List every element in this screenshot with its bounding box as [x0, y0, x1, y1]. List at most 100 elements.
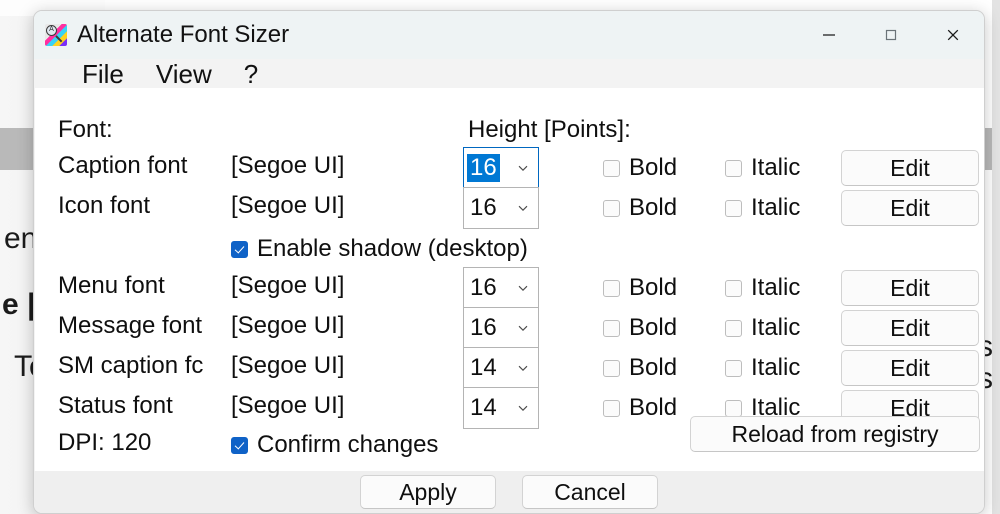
font-row-label: Icon font: [58, 192, 151, 219]
height-value: 14: [470, 354, 497, 381]
font-column-header: Font:: [58, 116, 113, 143]
chevron-down-icon: [518, 165, 528, 171]
font-row-font-name: [Segoe UI]: [231, 352, 345, 379]
spinner-dropdown-button[interactable]: [517, 321, 529, 333]
bold-checkbox[interactable]: Bold: [603, 355, 677, 381]
bold-checkbox[interactable]: Bold: [603, 155, 677, 181]
font-row-label: SM caption fc: [58, 352, 204, 379]
edit-button[interactable]: Edit: [841, 150, 979, 186]
bold-checkbox-box: [603, 399, 620, 417]
italic-checkbox-label: Italic: [751, 314, 801, 341]
reload-from-registry-button[interactable]: Reload from registry: [690, 416, 980, 452]
italic-checkbox-box: [725, 399, 742, 417]
height-value: 14: [470, 394, 497, 421]
window-controls: [798, 11, 984, 59]
minimize-button[interactable]: [798, 11, 860, 59]
italic-checkbox-box: [725, 199, 742, 217]
font-row-font-name: [Segoe UI]: [231, 312, 345, 339]
font-row-label: Menu font: [58, 272, 165, 299]
height-spinner[interactable]: 14: [463, 347, 539, 389]
spinner-dropdown-button[interactable]: [517, 401, 529, 413]
magnifier-icon: A: [46, 25, 57, 36]
bold-checkbox-box: [603, 359, 620, 377]
italic-checkbox-box: [725, 159, 742, 177]
font-row-label: Caption font: [58, 152, 188, 179]
bold-checkbox[interactable]: Bold: [603, 275, 677, 301]
apply-button[interactable]: Apply: [360, 475, 496, 509]
height-spinner[interactable]: 14: [463, 387, 539, 429]
height-value: 16: [470, 194, 497, 221]
confirm-changes-label: Confirm changes: [257, 431, 439, 458]
maximize-icon: [885, 29, 897, 41]
menu-item-file[interactable]: File: [82, 59, 124, 89]
enable-shadow-checkbox-box: [231, 240, 248, 258]
edit-button[interactable]: Edit: [841, 350, 979, 386]
bold-checkbox-label: Bold: [629, 394, 678, 421]
height-spinner[interactable]: 16: [463, 187, 539, 229]
title-bar[interactable]: A Alternate Font Sizer: [34, 11, 984, 59]
italic-checkbox-box: [725, 319, 742, 337]
bold-checkbox-box: [603, 319, 620, 337]
italic-checkbox-label: Italic: [751, 274, 801, 301]
enable-shadow-checkbox[interactable]: Enable shadow (desktop): [231, 236, 528, 262]
height-spinner[interactable]: 16: [463, 147, 539, 189]
italic-checkbox-label: Italic: [751, 354, 801, 381]
height-value: 16: [467, 154, 500, 182]
bold-checkbox[interactable]: Bold: [603, 315, 677, 341]
magnifier-handle-icon: [55, 35, 63, 43]
confirm-changes-checkbox-box: [231, 436, 248, 454]
close-icon: [947, 29, 959, 41]
window-title: Alternate Font Sizer: [77, 21, 290, 48]
chevron-down-icon: [518, 325, 528, 331]
edit-button[interactable]: Edit: [841, 310, 979, 346]
italic-checkbox-label: Italic: [751, 154, 801, 181]
spinner-dropdown-button[interactable]: [517, 161, 529, 173]
italic-checkbox[interactable]: Italic: [725, 355, 800, 381]
bold-checkbox-box: [603, 279, 620, 297]
italic-checkbox-box: [725, 359, 742, 377]
cancel-button[interactable]: Cancel: [522, 475, 658, 509]
chevron-down-icon: [518, 285, 528, 291]
confirm-changes-checkbox[interactable]: Confirm changes: [231, 432, 438, 458]
font-row-font-name: [Segoe UI]: [231, 272, 345, 299]
font-row-label: Status font: [58, 392, 173, 419]
bold-checkbox-label: Bold: [629, 154, 678, 181]
italic-checkbox[interactable]: Italic: [725, 315, 800, 341]
height-value: 16: [470, 314, 497, 341]
chevron-down-icon: [518, 405, 528, 411]
alternate-font-sizer-window: A Alternate Font Sizer File View ? Font:…: [33, 10, 985, 514]
italic-checkbox[interactable]: Italic: [725, 155, 800, 181]
close-button[interactable]: [922, 11, 984, 59]
edit-button[interactable]: Edit: [841, 190, 979, 226]
bold-checkbox[interactable]: Bold: [603, 195, 677, 221]
spinner-dropdown-button[interactable]: [517, 361, 529, 373]
spinner-dropdown-button[interactable]: [517, 201, 529, 213]
italic-checkbox[interactable]: Italic: [725, 195, 800, 221]
background-text-fragment: e |: [2, 288, 36, 321]
bold-checkbox[interactable]: Bold: [603, 395, 677, 421]
font-row-font-name: [Segoe UI]: [231, 192, 345, 219]
italic-checkbox-label: Italic: [751, 194, 801, 221]
bold-checkbox-label: Bold: [629, 274, 678, 301]
menu-item-[interactable]: ?: [244, 59, 258, 89]
bold-checkbox-box: [603, 159, 620, 177]
bold-checkbox-label: Bold: [629, 314, 678, 341]
spinner-dropdown-button[interactable]: [517, 281, 529, 293]
font-row-font-name: [Segoe UI]: [231, 152, 345, 179]
italic-checkbox-box: [725, 279, 742, 297]
dialog-footer: Apply Cancel: [34, 471, 984, 513]
chevron-down-icon: [518, 365, 528, 371]
menu-item-view[interactable]: View: [156, 59, 212, 89]
edit-button[interactable]: Edit: [841, 270, 979, 306]
background-right-strip: [992, 0, 1000, 514]
height-column-header: Height [Points]:: [468, 116, 631, 143]
chevron-down-icon: [518, 205, 528, 211]
maximize-button[interactable]: [860, 11, 922, 59]
height-spinner[interactable]: 16: [463, 307, 539, 349]
font-row-label: Message font: [58, 312, 203, 339]
height-spinner[interactable]: 16: [463, 267, 539, 309]
font-row-font-name: [Segoe UI]: [231, 392, 345, 419]
client-area: Font: Height [Points]: Caption font [Sego…: [35, 88, 984, 473]
bold-checkbox-box: [603, 199, 620, 217]
italic-checkbox[interactable]: Italic: [725, 275, 800, 301]
